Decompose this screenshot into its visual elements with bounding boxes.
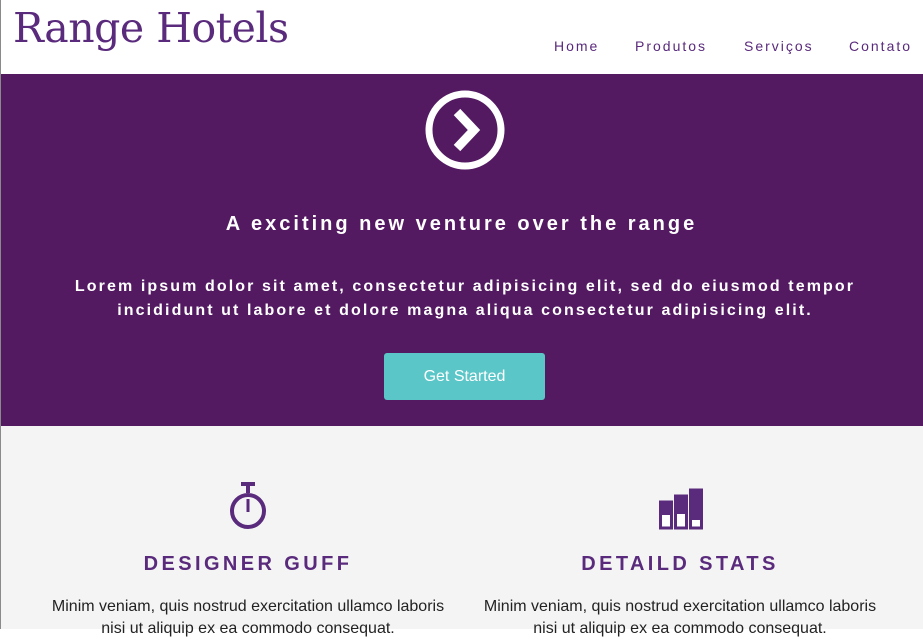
feature-detaild-stats: DETAILD STATS Minim veniam, quis nostrud… <box>470 426 890 637</box>
chevron-right-circle-icon <box>425 90 505 170</box>
main-nav: Home Produtos Serviços Contato <box>0 37 923 57</box>
nav-item-produtos[interactable]: Produtos <box>635 37 707 55</box>
nav-item-servicos[interactable]: Serviços <box>744 37 814 55</box>
get-started-button[interactable]: Get Started <box>384 353 545 400</box>
feature-description: Minim veniam, quis nostrud exercitation … <box>483 598 877 637</box>
stopwatch-icon <box>230 482 266 529</box>
hero-description: Lorem ipsum dolor sit amet, consectetur … <box>74 278 856 319</box>
nav-item-home[interactable]: Home <box>554 37 599 55</box>
feature-description: Minim veniam, quis nostrud exercitation … <box>51 598 445 637</box>
hero-section: A exciting new venture over the range Lo… <box>0 74 923 426</box>
hero-title: A exciting new venture over the range <box>225 213 698 235</box>
feature-designer-guff: DESIGNER GUFF Minim veniam, quis nostrud… <box>38 426 458 637</box>
nav-item-contato[interactable]: Contato <box>849 37 912 55</box>
features-section: DESIGNER GUFF Minim veniam, quis nostrud… <box>0 426 923 637</box>
feature-title: DESIGNER GUFF <box>143 553 353 575</box>
page-left-border <box>0 0 1 629</box>
feature-title: DETAILD STATS <box>581 553 779 575</box>
bar-stats-icon <box>659 488 703 530</box>
site-header: Range Hotels Home Produtos Serviços Cont… <box>0 0 923 74</box>
